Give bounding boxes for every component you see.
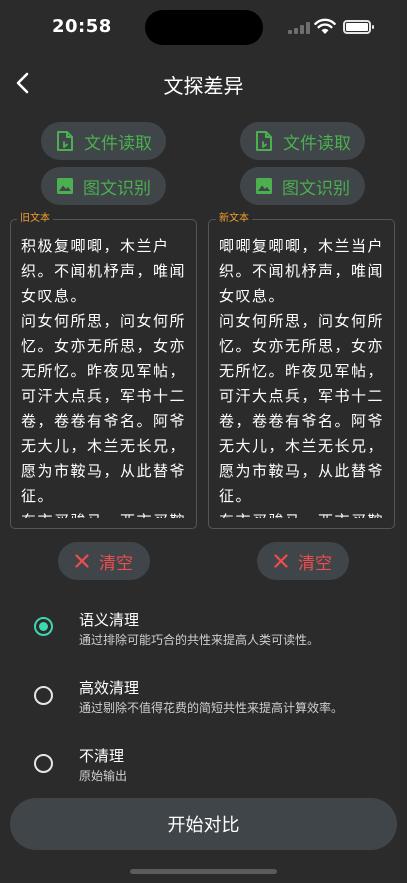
cellular-signal-icon xyxy=(288,22,312,34)
status-time: 20:58 xyxy=(52,16,112,37)
right-image-ocr-button[interactable]: 图文识别 xyxy=(240,167,365,205)
option-semantic-cleanup[interactable]: 语义清理 通过排除可能巧合的共性来提高人类可读性。 xyxy=(0,600,407,660)
old-text-label: 旧文本 xyxy=(17,212,53,226)
right-clear-button[interactable]: 清空 xyxy=(257,542,349,580)
option-efficient-cleanup[interactable]: 高效清理 通过剔除不值得花费的简短共性来提高计算效率。 xyxy=(0,669,407,729)
new-text-label: 新文本 xyxy=(216,212,252,226)
option-title: 高效清理 xyxy=(79,679,140,697)
close-icon xyxy=(75,554,89,568)
left-file-read-label: 文件读取 xyxy=(84,133,152,154)
old-text-panel[interactable]: 积极复唧唧，木兰户织。不闻机杼声，唯闻女叹息。 问女何所思，问女何所忆。女亦无所… xyxy=(10,219,197,529)
option-no-cleanup[interactable]: 不清理 原始输出 xyxy=(0,737,407,797)
close-icon xyxy=(274,554,288,568)
file-icon xyxy=(57,131,73,151)
right-image-ocr-label: 图文识别 xyxy=(282,178,350,199)
image-icon xyxy=(256,178,272,194)
file-icon xyxy=(256,131,272,151)
left-clear-label: 清空 xyxy=(99,553,133,574)
right-file-read-button[interactable]: 文件读取 xyxy=(240,122,365,160)
page-title: 文探差异 xyxy=(163,74,244,98)
right-clear-label: 清空 xyxy=(298,553,332,574)
home-indicator xyxy=(130,869,277,874)
left-image-ocr-label: 图文识别 xyxy=(83,178,151,199)
old-text-content[interactable]: 积极复唧唧，木兰户织。不闻机杼声，唯闻女叹息。 问女何所思，问女何所忆。女亦无所… xyxy=(21,234,188,518)
new-text-panel[interactable]: 唧唧复唧唧，木兰当户织。不闻机杼声，唯闻女叹息。 问女何所思，问女何所忆。女亦无… xyxy=(208,219,395,529)
battery-icon xyxy=(343,20,374,34)
radio-efficient-cleanup[interactable] xyxy=(34,686,53,705)
left-clear-button[interactable]: 清空 xyxy=(58,542,150,580)
wifi-icon xyxy=(314,18,336,34)
option-description: 通过排除可能巧合的共性来提高人类可读性。 xyxy=(79,633,320,647)
radio-no-cleanup[interactable] xyxy=(34,754,53,773)
status-bar: 20:58 xyxy=(0,0,407,58)
dynamic-island xyxy=(145,10,263,45)
option-title: 不清理 xyxy=(79,747,125,765)
start-compare-button[interactable]: 开始对比 xyxy=(10,798,397,850)
image-icon xyxy=(57,178,73,194)
left-image-ocr-button[interactable]: 图文识别 xyxy=(41,167,166,205)
radio-semantic-cleanup[interactable] xyxy=(34,617,53,636)
option-description: 原始输出 xyxy=(79,769,128,783)
right-file-read-label: 文件读取 xyxy=(283,133,351,154)
option-description: 通过剔除不值得花费的简短共性来提高计算效率。 xyxy=(79,701,344,715)
option-title: 语义清理 xyxy=(79,611,140,629)
new-text-content[interactable]: 唧唧复唧唧，木兰当户织。不闻机杼声，唯闻女叹息。 问女何所思，问女何所忆。女亦无… xyxy=(219,234,386,518)
left-file-read-button[interactable]: 文件读取 xyxy=(41,122,166,160)
